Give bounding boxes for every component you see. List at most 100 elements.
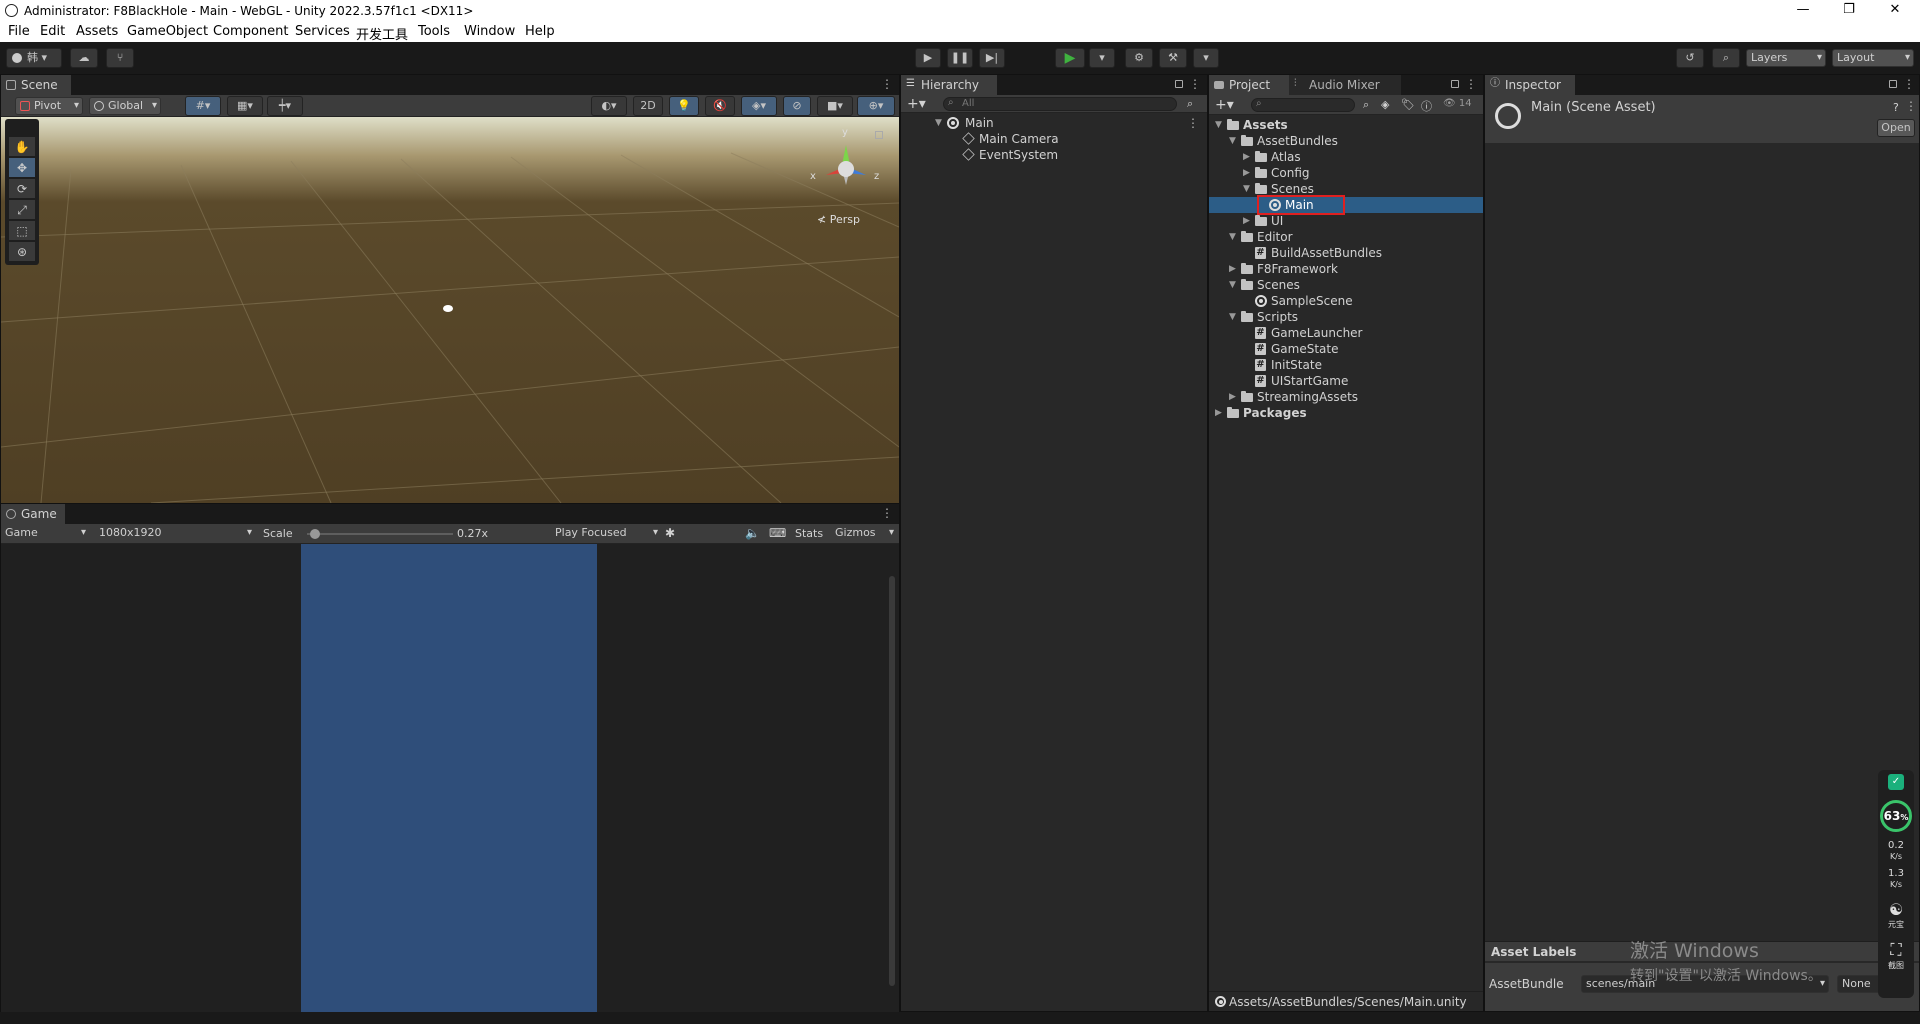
display-dropdown[interactable]: Game — [1, 525, 89, 543]
list-item[interactable]: ▼ Scenes — [1209, 181, 1483, 197]
tab-scene[interactable]: Scene — [1, 75, 71, 95]
resolution-dropdown[interactable]: 1080x1920 — [95, 525, 255, 543]
menu-gameobject[interactable]: GameObject — [127, 24, 208, 39]
hand-tool[interactable]: ✋ — [9, 137, 35, 157]
play-mode-dropdown[interactable]: Play Focused — [551, 525, 661, 543]
lock-icon[interactable] — [1451, 80, 1459, 88]
history-button[interactable]: ↺ — [1676, 48, 1704, 68]
project-search[interactable]: ⌕ — [1251, 98, 1355, 112]
audio-toggle[interactable]: 🔇 — [705, 96, 735, 116]
scale-tool[interactable]: ⤢ — [9, 200, 35, 220]
tab-project[interactable]: Project — [1209, 75, 1289, 95]
grid-visibility-button[interactable]: ▦▾ — [227, 96, 263, 116]
list-item[interactable]: Main Camera — [901, 131, 1207, 147]
hierarchy-search[interactable]: ⌕ All — [943, 97, 1177, 111]
list-item[interactable]: # UIStartGame — [1209, 373, 1483, 389]
list-item[interactable]: ▼ Main ⋮ — [901, 115, 1207, 131]
tab-inspector[interactable]: ⓘ Inspector — [1485, 75, 1575, 95]
rect-tool[interactable]: ⬚ — [9, 221, 35, 241]
label-tag-icon[interactable]: 🏷 — [1401, 98, 1415, 111]
pause-button[interactable]: ❚❚ — [947, 48, 973, 68]
tab-game[interactable]: Game — [1, 504, 65, 524]
component-menu-icon[interactable]: ⋮ — [1905, 99, 1917, 113]
mute-audio-icon[interactable]: 🔈 — [745, 526, 760, 540]
search-button[interactable]: ⌕ — [1712, 48, 1740, 68]
shield-icon[interactable]: ✓ — [1888, 774, 1904, 790]
tools-dropdown[interactable]: ▾ — [1193, 48, 1219, 68]
search-by-type-icon[interactable]: ⌕ — [1363, 98, 1369, 112]
step-button[interactable]: ▶| — [979, 48, 1005, 68]
lock-icon[interactable] — [1175, 80, 1183, 88]
create-icon[interactable]: +▾ — [1215, 95, 1234, 115]
project-menu-icon[interactable]: ⋮ — [1465, 77, 1477, 91]
effects-button[interactable]: ◈▾ — [741, 96, 777, 116]
scale-slider-thumb[interactable] — [309, 529, 320, 539]
list-item[interactable]: Main — [1209, 195, 1483, 215]
list-item[interactable]: # GameLauncher — [1209, 325, 1483, 341]
list-item[interactable]: ▶ F8Framework — [1209, 261, 1483, 277]
transform-tool[interactable]: ⊛ — [9, 242, 35, 262]
visibility-toggle[interactable]: ⊘ — [783, 96, 811, 116]
scale-slider[interactable] — [307, 529, 453, 539]
minimize-button[interactable]: — — [1780, 0, 1826, 22]
list-item[interactable]: EventSystem — [901, 147, 1207, 163]
global-dropdown[interactable]: Global — [89, 97, 161, 115]
scene-menu-icon[interactable]: ⋮ — [881, 77, 893, 91]
list-item[interactable]: ▶ StreamingAssets — [1209, 389, 1483, 405]
game-scrollbar[interactable] — [889, 576, 895, 986]
gizmos-button[interactable]: ⊕▾ — [857, 96, 895, 116]
list-item[interactable]: ▼ Editor — [1209, 229, 1483, 245]
assetbundle-dropdown[interactable]: scenes/main — [1581, 975, 1829, 993]
bug-icon[interactable]: ✱ — [665, 526, 675, 540]
menu-file[interactable]: File — [8, 24, 30, 39]
lighting-toggle[interactable]: 💡 — [669, 96, 699, 116]
hidden-count[interactable]: 👁 14 — [1443, 98, 1472, 109]
game-render-area[interactable] — [301, 544, 597, 1012]
menu-component[interactable]: Component — [213, 24, 288, 39]
camera-gizmo-icon[interactable] — [443, 305, 453, 312]
help-icon[interactable]: ? — [1893, 101, 1899, 114]
stats-button[interactable]: Stats — [795, 527, 823, 540]
inspector-menu-icon[interactable]: ⋮ — [1903, 77, 1915, 91]
increment-snap-button[interactable]: ┿▾ — [267, 96, 303, 116]
collab-button[interactable]: ⑂ — [106, 48, 134, 68]
orientation-gizmo[interactable]: y x z — [806, 125, 886, 205]
filter-type-icon[interactable]: ◈ — [1381, 98, 1389, 111]
tab-hierarchy[interactable]: ☰ Hierarchy — [901, 75, 997, 95]
open-button[interactable]: Open — [1877, 119, 1915, 137]
menu-dev-tools[interactable]: 开发工具 — [356, 24, 408, 43]
lock-icon[interactable] — [1889, 80, 1897, 88]
platform-button[interactable]: ⚙ — [1125, 48, 1153, 68]
move-tool[interactable]: ✥ — [9, 158, 35, 178]
list-item[interactable]: ▼ Assets — [1209, 117, 1483, 133]
build-run-button[interactable]: ▶ — [1055, 48, 1085, 68]
memory-gauge[interactable]: 63% — [1880, 800, 1912, 832]
scene-search-icon[interactable]: ⌕ — [1187, 97, 1193, 111]
account-dropdown[interactable]: 韩 ▾ — [6, 48, 62, 68]
menu-assets[interactable]: Assets — [76, 24, 118, 39]
menu-tools[interactable]: Tools — [418, 24, 450, 39]
list-item[interactable]: ▶ Atlas — [1209, 149, 1483, 165]
keyboard-icon[interactable]: ⌨ — [769, 526, 786, 540]
rotate-tool[interactable]: ⟳ — [9, 179, 35, 199]
list-item[interactable]: ▼ AssetBundles — [1209, 133, 1483, 149]
grid-snap-button[interactable]: #▾ — [185, 96, 221, 116]
list-item[interactable]: ▼ Scripts — [1209, 309, 1483, 325]
tools-button[interactable]: ⚒ — [1159, 48, 1187, 68]
chevron-down-icon[interactable]: ▼ — [935, 115, 945, 131]
layout-dropdown[interactable]: Layout — [1832, 49, 1914, 67]
draw-mode-button[interactable]: ◐▾ — [591, 96, 627, 116]
list-item[interactable]: # BuildAssetBundles — [1209, 245, 1483, 261]
list-item[interactable]: SampleScene — [1209, 293, 1483, 309]
add-icon[interactable]: +▾ — [907, 95, 926, 113]
list-item[interactable]: # InitState — [1209, 357, 1483, 373]
persp-label[interactable]: ≮ Persp — [817, 213, 860, 226]
cloud-button[interactable]: ☁ — [70, 48, 98, 68]
menu-help[interactable]: Help — [525, 24, 555, 39]
pivot-dropdown[interactable]: Pivot — [15, 97, 83, 115]
menu-services[interactable]: Services — [295, 24, 350, 39]
gizmos-dropdown[interactable]: Gizmos — [831, 525, 897, 543]
yuanbao-button[interactable]: ☯ 元宝 — [1878, 900, 1914, 930]
gizmo-lock-icon[interactable] — [875, 131, 883, 139]
camera-button[interactable]: ■▾ — [817, 96, 853, 116]
